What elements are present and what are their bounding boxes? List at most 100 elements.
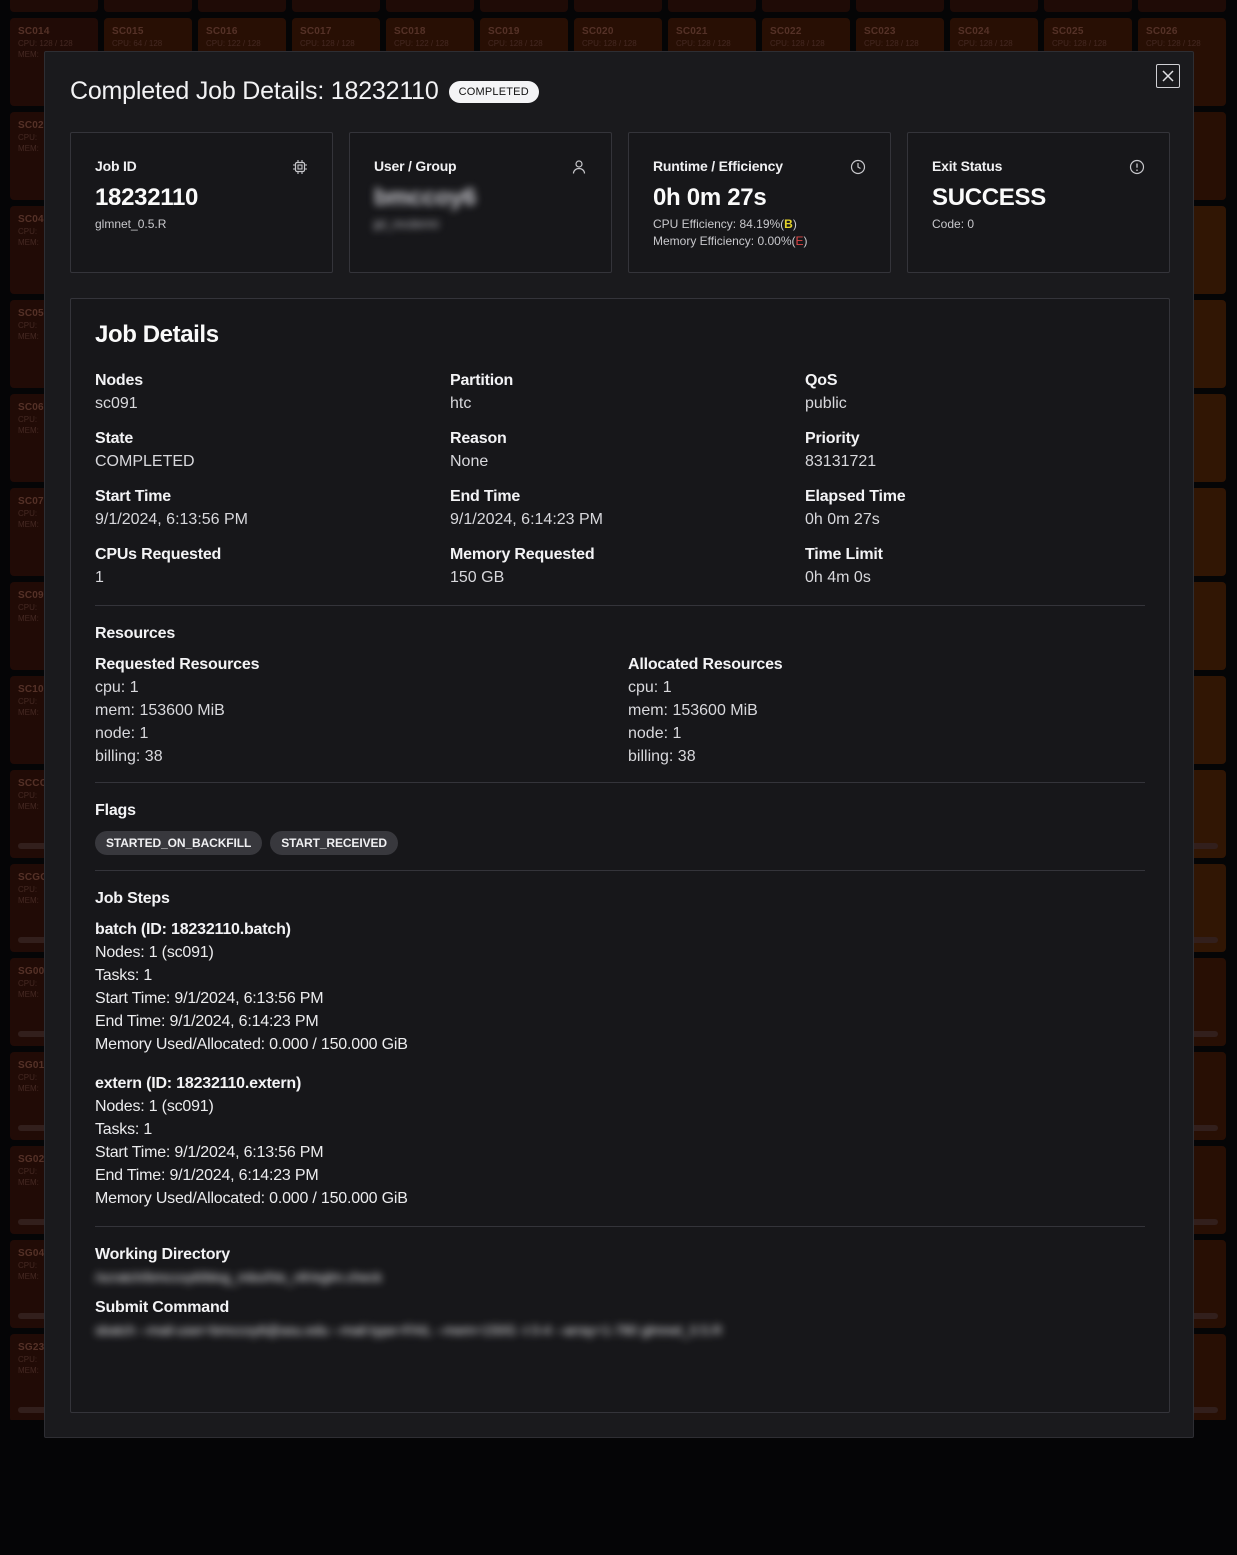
- detail-field-label: Priority: [805, 430, 860, 447]
- resource-line: billing: 38: [95, 748, 163, 765]
- job-id-value: 18232110: [95, 184, 199, 211]
- divider: [95, 1226, 1145, 1227]
- job-step-tasks: Tasks: 1: [95, 1121, 153, 1138]
- working-directory-label: Working Directory: [95, 1246, 230, 1263]
- exit-code: Code: 0: [932, 217, 975, 231]
- detail-field: Nodes sc091: [95, 372, 450, 413]
- detail-field-value: 0h 4m 0s: [805, 569, 871, 586]
- resources-section: Resources Requested Resources cpu: 1 mem…: [95, 625, 1145, 766]
- detail-field-label: Time Limit: [805, 546, 883, 563]
- detail-field: Elapsed Time 0h 0m 27s: [805, 488, 1145, 529]
- submit-command-label: Submit Command: [95, 1299, 230, 1316]
- status-badge: COMPLETED: [448, 80, 539, 103]
- user-group-label: User / Group: [374, 158, 457, 174]
- detail-field: Priority 83131721: [805, 430, 1145, 471]
- mem-grade-close: ): [803, 234, 808, 248]
- flag-badge: START_RECEIVED: [270, 831, 398, 855]
- runtime-efficiency-card: Runtime / Efficiency 0h 0m 27s CPU Effic…: [628, 132, 891, 273]
- detail-field-value: None: [450, 453, 489, 470]
- job-step-nodes: Nodes: 1 (sc091): [95, 1098, 214, 1115]
- detail-field: Time Limit 0h 4m 0s: [805, 546, 1145, 587]
- submit-command-section: Submit Command sbatch --mail-user=bmccoy…: [95, 1299, 1145, 1338]
- flag-badge: STARTED_ON_BACKFILL: [95, 831, 263, 855]
- detail-field-value: 9/1/2024, 6:14:23 PM: [450, 511, 603, 528]
- detail-field-label: CPUs Requested: [95, 546, 222, 563]
- job-details-modal: Completed Job Details: 18232110 COMPLETE…: [44, 51, 1194, 1438]
- job-step-end: End Time: 9/1/2024, 6:14:23 PM: [95, 1167, 319, 1184]
- job-id-card: Job ID 18232110 glmnet_0.5.R: [70, 132, 333, 273]
- detail-field-label: Memory Requested: [450, 546, 595, 563]
- detail-field: Start Time 9/1/2024, 6:13:56 PM: [95, 488, 450, 529]
- resource-line: node: 1: [628, 725, 682, 742]
- detail-field-label: Nodes: [95, 372, 143, 389]
- detail-field-label: Start Time: [95, 488, 171, 505]
- exit-status-card: Exit Status SUCCESS Code: 0: [907, 132, 1170, 273]
- detail-field-value: 9/1/2024, 6:13:56 PM: [95, 511, 248, 528]
- detail-field: Memory Requested 150 GB: [450, 546, 805, 587]
- cpu-efficiency: CPU Efficiency: 84.19%(B): [653, 217, 866, 231]
- memory-grade: E: [795, 234, 804, 248]
- detail-field: State COMPLETED: [95, 430, 450, 471]
- memory-efficiency-text: Memory Efficiency: 0.00%: [653, 234, 792, 248]
- group-value: jpl_mcdermi: [374, 217, 439, 231]
- job-step-title: batch (ID: 18232110.batch): [95, 921, 291, 938]
- job-step-end: End Time: 9/1/2024, 6:14:23 PM: [95, 1013, 319, 1030]
- divider: [95, 605, 1145, 606]
- job-name: glmnet_0.5.R: [95, 217, 167, 231]
- working-directory-value: /scratch/bmccoy6/blog_mbo/hts_nfr/eglm.c…: [95, 1269, 382, 1285]
- job-step: extern (ID: 18232110.extern) Nodes: 1 (s…: [95, 1075, 1145, 1208]
- job-step: batch (ID: 18232110.batch) Nodes: 1 (sc0…: [95, 921, 1145, 1054]
- detail-field-label: Elapsed Time: [805, 488, 906, 505]
- job-fields-grid: Nodes sc091 Partition htc QoS public State COMP…: [95, 372, 1145, 587]
- user-group-card: User / Group bmccoy6 jpl_mcdermi: [349, 132, 612, 273]
- close-icon: [1162, 70, 1174, 82]
- detail-field-value: 150 GB: [450, 569, 505, 586]
- detail-field-label: Reason: [450, 430, 507, 447]
- job-steps-title: Job Steps: [95, 890, 170, 907]
- detail-field: Partition htc: [450, 372, 805, 413]
- job-details-title: Job Details: [95, 321, 219, 348]
- detail-field-value: 83131721: [805, 453, 877, 470]
- resource-line: mem: 153600 MiB: [95, 702, 225, 719]
- cpu-grade-close: ): [792, 217, 797, 231]
- job-step-tasks: Tasks: 1: [95, 967, 153, 984]
- detail-field-label: Partition: [450, 372, 514, 389]
- detail-field: End Time 9/1/2024, 6:14:23 PM: [450, 488, 805, 529]
- close-button[interactable]: [1156, 64, 1180, 88]
- detail-field-label: QoS: [805, 372, 838, 389]
- job-step-start: Start Time: 9/1/2024, 6:13:56 PM: [95, 990, 324, 1007]
- flags-title: Flags: [95, 802, 136, 819]
- flags-section: Flags STARTED_ON_BACKFILL START_RECEIVED: [95, 802, 1145, 855]
- divider: [95, 870, 1145, 871]
- detail-field: CPUs Requested 1: [95, 546, 450, 587]
- job-steps-section: Job Steps batch (ID: 18232110.batch) Nod…: [95, 890, 1145, 1208]
- detail-field: QoS public: [805, 372, 1145, 413]
- resource-line: cpu: 1: [628, 679, 672, 696]
- allocated-resources-heading: Allocated Resources: [628, 656, 783, 673]
- modal-title: Completed Job Details: 18232110: [70, 77, 439, 105]
- detail-field-value: htc: [450, 395, 472, 412]
- user-value: bmccoy6: [374, 184, 476, 211]
- requested-resources-heading: Requested Resources: [95, 656, 260, 673]
- summary-cards: Job ID 18232110 glmnet_0.5.R User / Grou…: [70, 132, 1170, 273]
- working-directory-section: Working Directory /scratch/bmccoy6/blog_…: [95, 1246, 1145, 1285]
- exit-status-value: SUCCESS: [932, 184, 1046, 211]
- user-icon: [572, 160, 586, 174]
- clock-icon: [850, 159, 866, 175]
- job-details-panel: Job Details Nodes sc091 Partition htc QoS pub…: [70, 298, 1170, 1413]
- modal-header: Completed Job Details: 18232110 COMPLETE…: [70, 77, 539, 106]
- resources-title: Resources: [95, 625, 176, 642]
- requested-resources: Requested Resources cpu: 1 mem: 153600 M…: [95, 656, 628, 766]
- job-step-nodes: Nodes: 1 (sc091): [95, 944, 214, 961]
- alert-circle-icon: [1129, 159, 1145, 175]
- submit-command-value: sbatch --mail-user=bmccoy6@asu.edu --mai…: [95, 1322, 723, 1338]
- resource-line: cpu: 1: [95, 679, 139, 696]
- job-step-start: Start Time: 9/1/2024, 6:13:56 PM: [95, 1144, 324, 1161]
- detail-field-label: State: [95, 430, 134, 447]
- detail-field-value: COMPLETED: [95, 453, 195, 470]
- detail-field-label: End Time: [450, 488, 521, 505]
- resource-line: billing: 38: [628, 748, 696, 765]
- cpu-efficiency-text: CPU Efficiency: 84.19%: [653, 217, 781, 231]
- runtime-value: 0h 0m 27s: [653, 184, 767, 211]
- cpu-grade: B: [784, 217, 793, 231]
